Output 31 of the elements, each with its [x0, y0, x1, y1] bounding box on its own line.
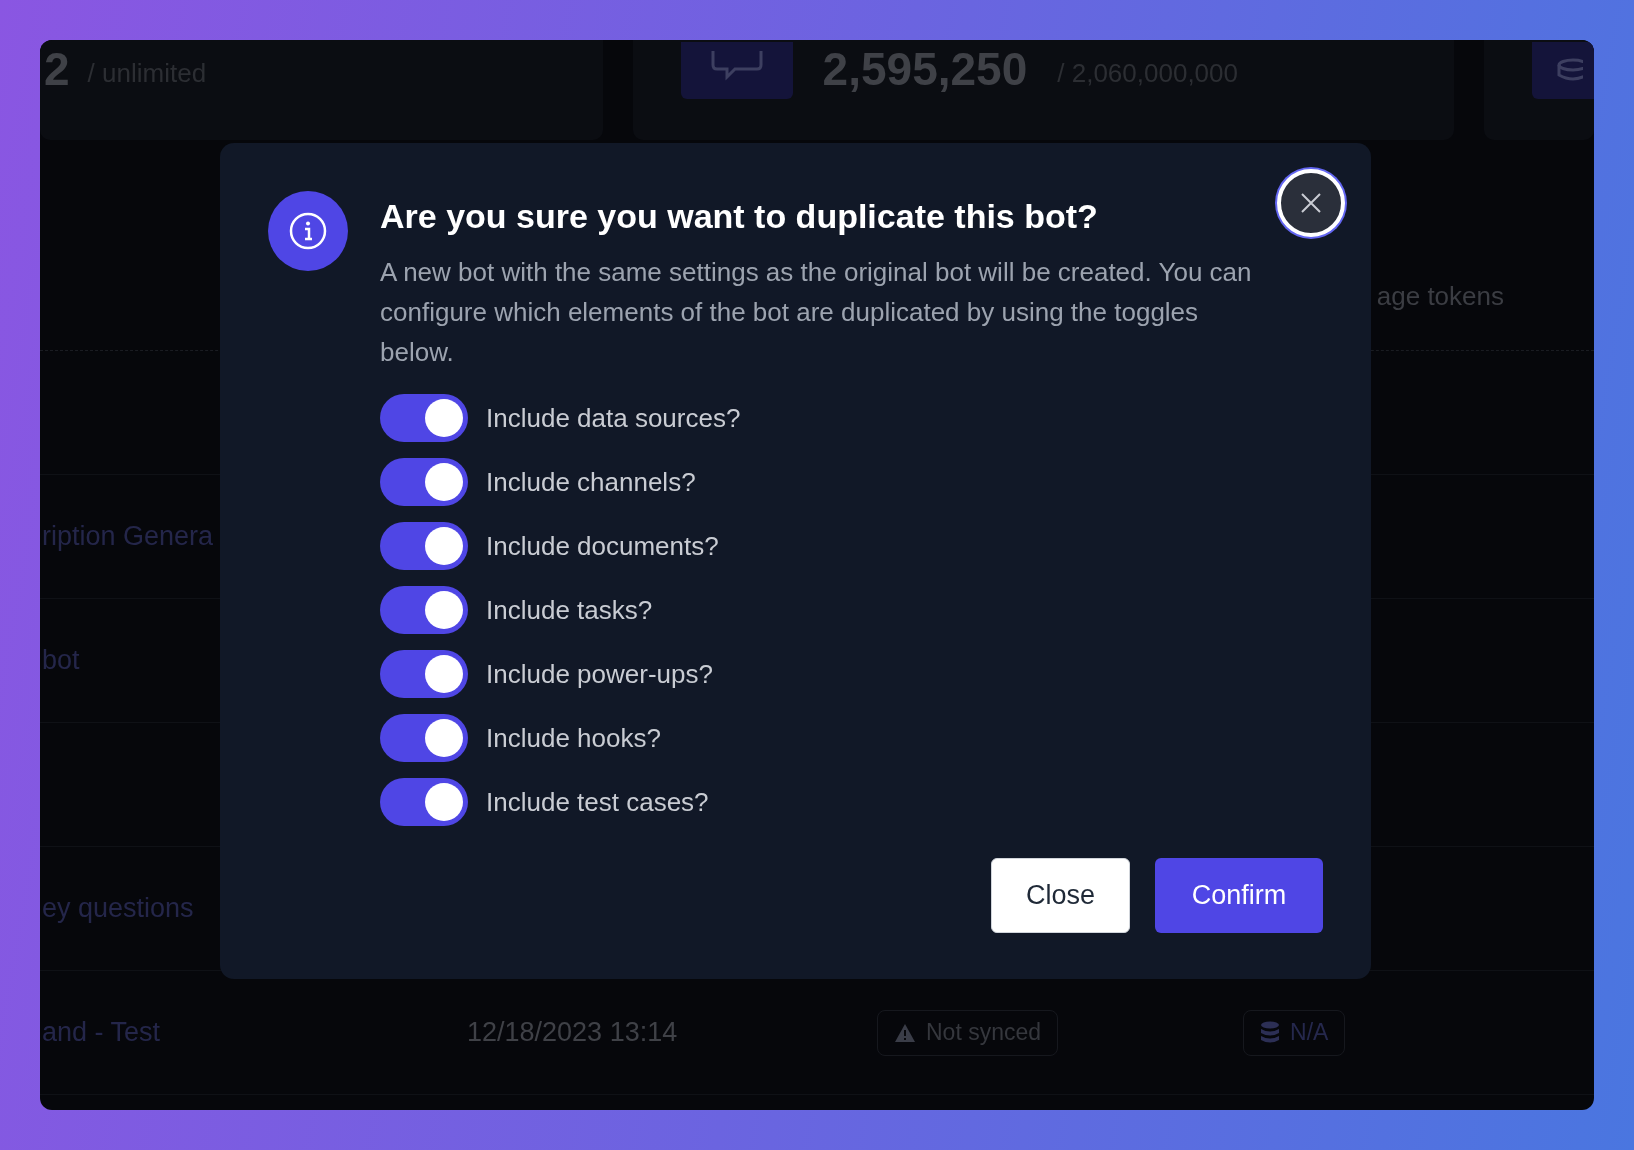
close-button[interactable] — [1277, 169, 1345, 237]
option-label: Include tasks? — [486, 594, 653, 626]
toggle-switch[interactable] — [380, 714, 468, 762]
bot-name: ription Genera — [41, 521, 215, 552]
option-label: Include power-ups? — [486, 658, 713, 690]
option-label: Include documents? — [486, 530, 719, 562]
toggle-switch[interactable] — [380, 650, 468, 698]
option-label: Include hooks? — [486, 722, 661, 754]
toggle-switch[interactable] — [380, 394, 468, 442]
close-icon — [1300, 192, 1322, 214]
toggle-switch[interactable] — [380, 586, 468, 634]
dialog-title: Are you sure you want to duplicate this bot? — [380, 196, 1099, 237]
toggle-switch[interactable] — [380, 778, 468, 826]
option-label: Include data sources? — [486, 402, 741, 434]
option-label: Include test cases? — [486, 786, 709, 818]
column-header: age tokens — [1376, 281, 1504, 312]
chat-bubble-icon — [680, 42, 793, 99]
cancel-button[interactable]: Close — [990, 858, 1130, 933]
bot-name: bot — [41, 645, 81, 676]
warning-icon — [894, 1022, 916, 1043]
database-icon — [1532, 42, 1594, 99]
bot-name: ey questions — [41, 893, 195, 924]
toggle-switch[interactable] — [380, 522, 468, 570]
confirm-button[interactable]: Confirm — [1155, 858, 1323, 933]
toggle-switch[interactable] — [380, 458, 468, 506]
date-text: 12/18/2023 13:14 — [466, 1017, 679, 1048]
database-icon — [1260, 1020, 1281, 1045]
dialog-description: A new bot with the same settings as the original bot will be created. You can configure which elements of the bot are duplicated by using the toggles below. — [380, 256, 1253, 369]
option-label: Include channels? — [486, 466, 696, 498]
bot-name: and - Test — [41, 1017, 162, 1048]
storage-badge: N/A — [1243, 1009, 1346, 1056]
